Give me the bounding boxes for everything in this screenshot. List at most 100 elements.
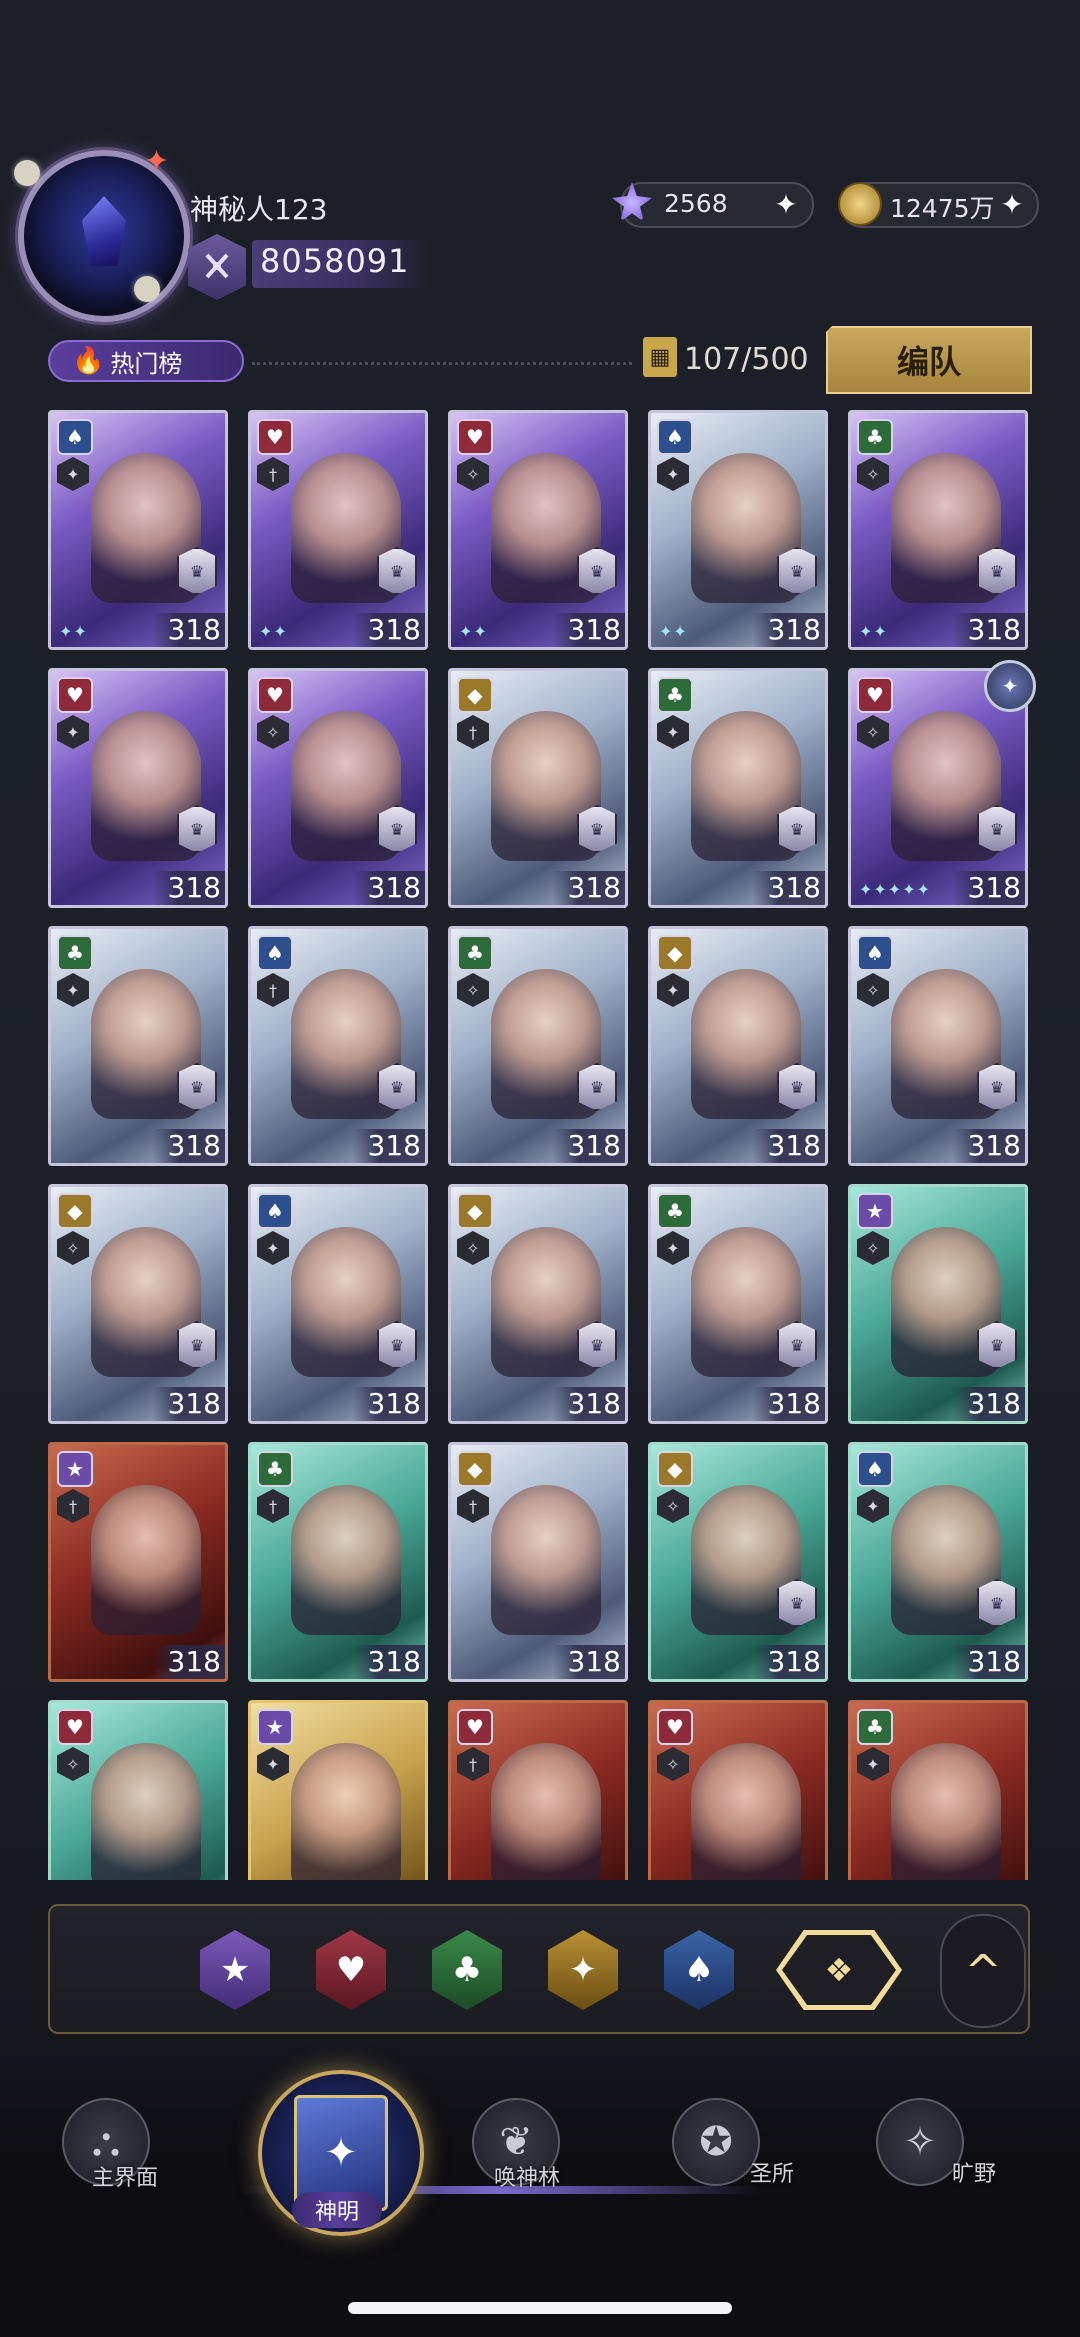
tier-badge-icon: ♛: [777, 805, 817, 853]
deity-card[interactable]: ♠ ✧ ♛ 318: [848, 926, 1028, 1166]
player-power: 8058091: [260, 242, 410, 280]
role-icon: ✦: [257, 1231, 289, 1265]
deity-card[interactable]: ♠ ✦ ♛ ✦✦ 318: [648, 410, 828, 650]
deity-card[interactable]: ◆ † 318: [448, 1442, 628, 1682]
nav-sanctuary[interactable]: 圣所: [750, 2156, 794, 2188]
deity-card[interactable]: ♠ ✦ ♛ ✦✦ 318: [48, 410, 228, 650]
deity-card[interactable]: ♥ † ♛ ✦✦ 318: [248, 410, 428, 650]
hot-ranking-tab[interactable]: 🔥 热门榜: [48, 340, 244, 382]
tier-badge-icon: ♛: [577, 1063, 617, 1111]
deity-card[interactable]: ♣ ✦ ♛ 318: [648, 668, 828, 908]
card-level: 318: [153, 1387, 225, 1421]
player-avatar[interactable]: ✦: [14, 144, 190, 322]
star-rank: ✦✦: [859, 622, 888, 641]
tier-badge-icon: ♛: [777, 1579, 817, 1627]
role-icon: ✧: [257, 715, 289, 749]
role-icon: ✧: [857, 1231, 889, 1265]
role-icon: ✦: [57, 457, 89, 491]
role-icon: †: [457, 1747, 489, 1781]
card-level: 318: [953, 1645, 1025, 1679]
card-level: 318: [753, 1129, 825, 1163]
star-rank: ✦✦: [459, 622, 488, 641]
heart-suit-icon: ♥: [457, 1709, 493, 1745]
deity-card[interactable]: ★ ✧ ♛ 318: [848, 1184, 1028, 1424]
deity-card[interactable]: ♠ ✦ ♛ 318: [848, 1442, 1028, 1682]
deity-card[interactable]: ♥ ✧: [648, 1700, 828, 1880]
deity-card[interactable]: ♥ ✦ ♛ 318: [48, 668, 228, 908]
deity-card[interactable]: ♣ ✦ ♛ 318: [648, 1184, 828, 1424]
role-icon: ✦: [57, 973, 89, 1007]
collapse-chevron-icon[interactable]: ^: [940, 1914, 1026, 2028]
add-gold-button[interactable]: ✦: [992, 184, 1032, 224]
role-icon: ✧: [457, 457, 489, 491]
card-level: 318: [753, 1645, 825, 1679]
deity-card[interactable]: ◆ † ♛ 318: [448, 668, 628, 908]
club-suit-icon: ♣: [657, 1193, 693, 1229]
nav-summon-forest[interactable]: 唤神林: [494, 2160, 560, 2192]
deity-card[interactable]: ♠ ✦ ♛ 318: [248, 1184, 428, 1424]
nav-wilderness[interactable]: 旷野: [952, 2156, 996, 2188]
club-suit-icon: ♣: [457, 935, 493, 971]
role-icon: ✧: [857, 973, 889, 1007]
role-icon: ✧: [57, 1747, 89, 1781]
deity-portrait: [91, 1743, 201, 1880]
star-rank: ✦✦: [59, 622, 88, 641]
deity-card[interactable]: ★ † 318: [48, 1442, 228, 1682]
deity-card[interactable]: ♥ ✧ ♛ ✦✦ 318: [448, 410, 628, 650]
role-icon: ✦: [657, 715, 689, 749]
home-indicator[interactable]: [348, 2302, 732, 2314]
deity-card[interactable]: ◆ ✧ ♛ 318: [648, 1442, 828, 1682]
deity-card[interactable]: ♣ ✦ ♛ 318: [48, 926, 228, 1166]
deity-card[interactable]: ♥ ✧ ♛ 318: [248, 668, 428, 908]
card-level: 318: [953, 1129, 1025, 1163]
deity-card[interactable]: ♠ † ♛ 318: [248, 926, 428, 1166]
flame-icon: 🔥: [72, 346, 105, 376]
tier-badge-icon: ♛: [977, 1321, 1017, 1369]
deity-card[interactable]: ♥ ✧: [48, 1700, 228, 1880]
role-icon: ✧: [457, 973, 489, 1007]
formation-button[interactable]: 编队: [826, 326, 1032, 394]
club-suit-icon: ♣: [257, 1451, 293, 1487]
role-icon: †: [57, 1489, 89, 1523]
star-suit-icon: ★: [857, 1193, 893, 1229]
player-name: 神秘人123: [190, 193, 328, 226]
deity-card[interactable]: ◆ ✧ ♛ 318: [448, 1184, 628, 1424]
sanctuary-icon[interactable]: ✪: [672, 2098, 760, 2186]
card-level: 318: [153, 871, 225, 905]
card-level: 318: [153, 1129, 225, 1163]
nav-main-world[interactable]: 主界面: [92, 2160, 158, 2192]
avatar-gem-icon: [82, 196, 126, 266]
heart-suit-icon: ♥: [57, 677, 93, 713]
nav-deities[interactable]: 神明: [292, 2192, 382, 2228]
tier-badge-icon: ♛: [377, 1063, 417, 1111]
deity-card[interactable]: ◆ ✧ ♛ 318: [48, 1184, 228, 1424]
gem-currency: 2568 ✦: [612, 182, 814, 228]
deity-card[interactable]: ♣ ✧ ♛ ✦✦ 318: [848, 410, 1028, 650]
tier-badge-icon: ♛: [777, 1063, 817, 1111]
gold-currency: 12475万 ✦: [838, 182, 1039, 228]
deity-card[interactable]: ♣ ✦: [848, 1700, 1028, 1880]
add-gems-button[interactable]: ✦: [766, 184, 806, 224]
deity-card[interactable]: ♣ † 318: [248, 1442, 428, 1682]
deity-card[interactable]: ★ ✦: [248, 1700, 428, 1880]
deity-card[interactable]: ◆ ✦ ♛ 318: [648, 926, 828, 1166]
deity-portrait: [491, 1485, 601, 1635]
card-level: 318: [753, 613, 825, 647]
spade-suit-icon: ♠: [857, 935, 893, 971]
deity-card[interactable]: ♥ †: [448, 1700, 628, 1880]
diamond-suit-icon: ◆: [457, 677, 493, 713]
role-icon: ✦: [657, 1231, 689, 1265]
deity-card[interactable]: ♣ ✧ ♛ 318: [448, 926, 628, 1166]
star-suit-icon: ★: [57, 1451, 93, 1487]
heart-suit-icon: ♥: [257, 677, 293, 713]
tier-badge-icon: ♛: [377, 805, 417, 853]
deity-portrait: [491, 1743, 601, 1880]
role-icon: ✦: [57, 715, 89, 749]
tier-badge-icon: ♛: [577, 805, 617, 853]
role-icon: †: [257, 457, 289, 491]
compass-icon[interactable]: ✧: [876, 2098, 964, 2186]
compass-badge-icon: ✦: [984, 660, 1036, 712]
rank-badge-icon[interactable]: [188, 234, 246, 300]
tier-badge-icon: ♛: [177, 1063, 217, 1111]
card-count: 107/500: [684, 342, 809, 377]
